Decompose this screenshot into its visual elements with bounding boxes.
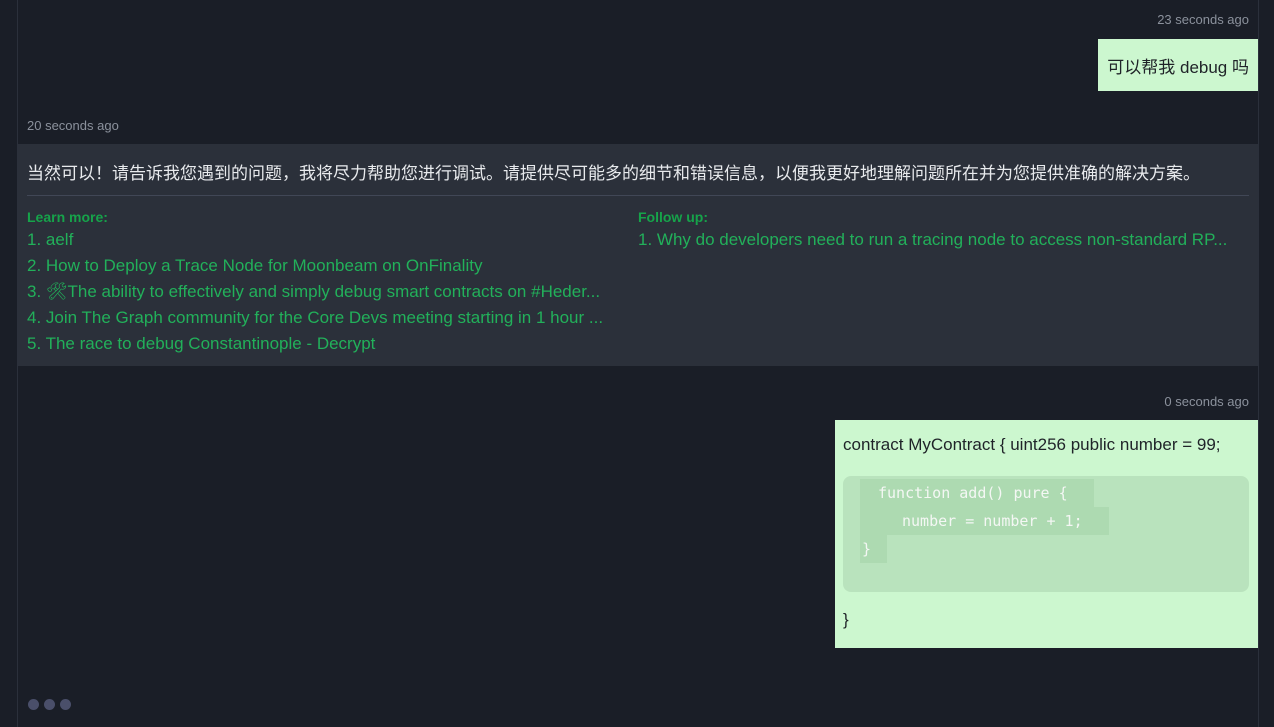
message-timestamp: 0 seconds ago: [1164, 394, 1249, 409]
typing-indicator: [28, 699, 71, 710]
chat-app: 23 seconds ago 可以帮我 debug 吗 20 seconds a…: [0, 0, 1274, 727]
follow-up-title: Follow up:: [638, 209, 708, 225]
message-timestamp: 20 seconds ago: [27, 118, 119, 133]
user-message-text: }: [843, 610, 849, 629]
chat-panel[interactable]: 23 seconds ago 可以帮我 debug 吗 20 seconds a…: [17, 0, 1259, 727]
bot-message: 当然可以！请告诉我您遇到的问题，我将尽力帮助您进行调试。请提供尽可能多的细节和错…: [18, 144, 1258, 366]
user-message: contract MyContract { uint256 public num…: [835, 420, 1258, 648]
learn-more-title: Learn more:: [27, 209, 108, 225]
learn-more-link[interactable]: 2. How to Deploy a Trace Node for Moonbe…: [27, 253, 637, 279]
follow-up-section: Follow up: 1. Why do developers need to …: [638, 207, 1250, 253]
learn-more-section: Learn more: 1. aelf 2. How to Deploy a T…: [27, 207, 637, 357]
message-timestamp: 23 seconds ago: [1157, 12, 1249, 27]
typing-dot: [28, 699, 39, 710]
code-line: }: [860, 535, 887, 563]
typing-dot: [60, 699, 71, 710]
divider: [27, 195, 1249, 196]
user-message-text: 可以帮我 debug 吗: [1107, 57, 1249, 77]
code-block: function add() pure { number = number + …: [843, 476, 1249, 592]
typing-dot: [44, 699, 55, 710]
bot-message-text: 当然可以！请告诉我您遇到的问题，我将尽力帮助您进行调试。请提供尽可能多的细节和错…: [27, 164, 1200, 183]
learn-more-link[interactable]: 1. aelf: [27, 227, 637, 253]
user-message: 可以帮我 debug 吗: [1098, 39, 1258, 91]
code-line: function add() pure {: [860, 479, 1094, 507]
learn-more-link[interactable]: 4. Join The Graph community for the Core…: [27, 305, 637, 331]
user-message-text: contract MyContract { uint256 public num…: [843, 435, 1221, 454]
follow-up-link[interactable]: 1. Why do developers need to run a traci…: [638, 227, 1250, 253]
learn-more-link[interactable]: 3. 🛠The ability to effectively and simpl…: [27, 279, 637, 305]
code-line: number = number + 1;: [860, 507, 1109, 535]
learn-more-link[interactable]: 5. The race to debug Constantinople - De…: [27, 331, 637, 357]
